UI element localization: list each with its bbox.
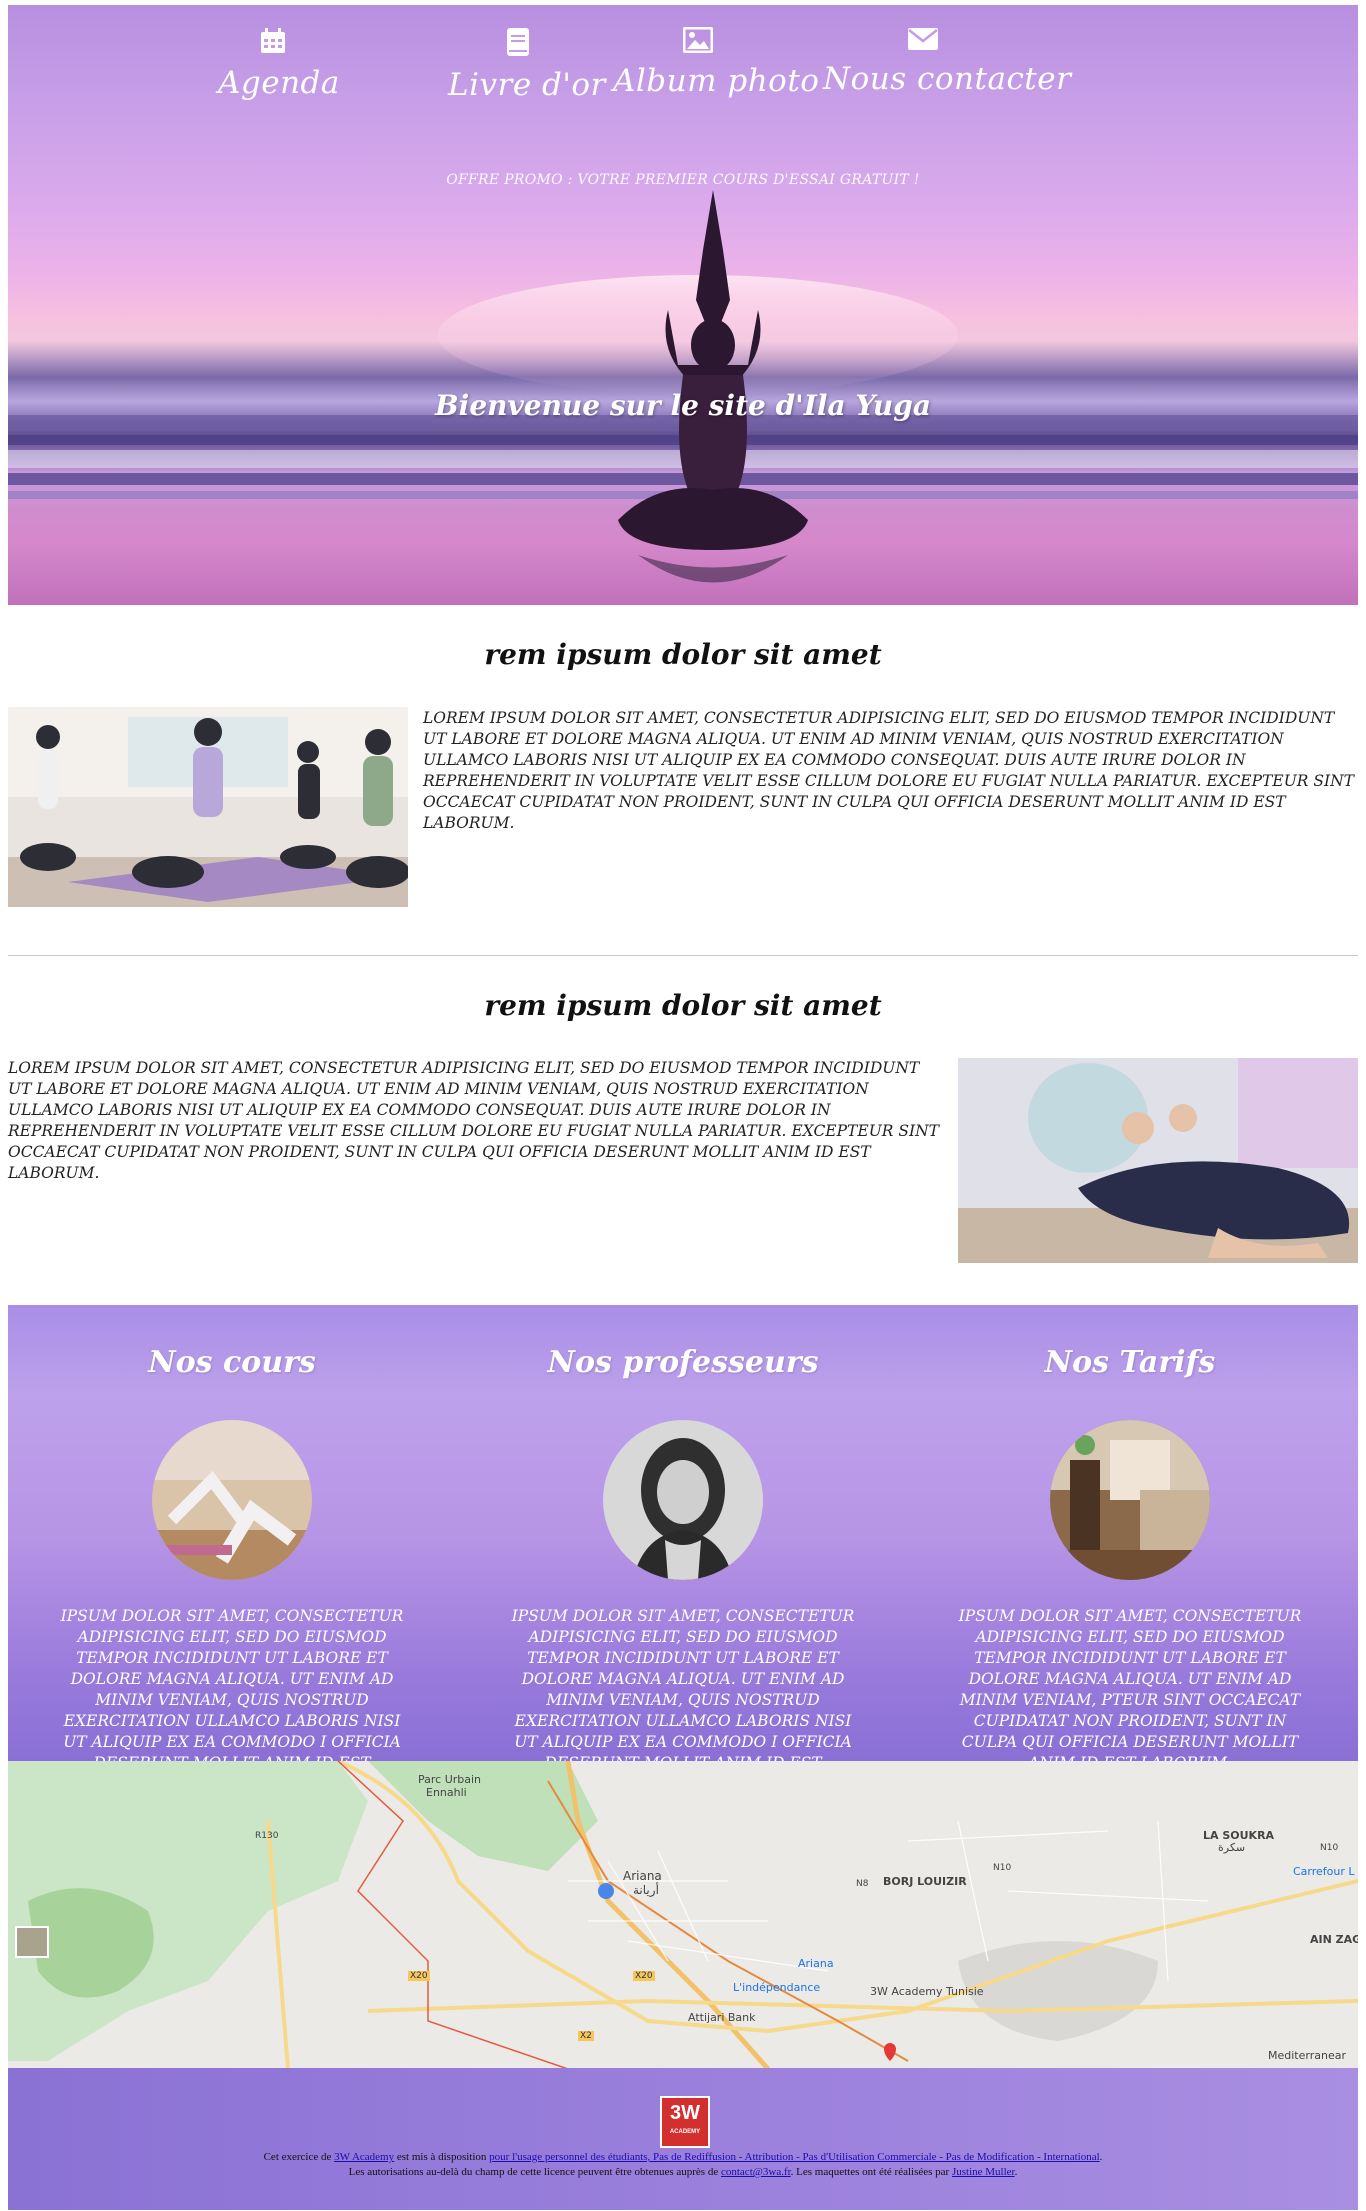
map-drawing <box>8 1761 1358 2069</box>
nav-nous-contacter[interactable]: Nous contacter <box>823 27 1071 97</box>
main-nav: Agenda Livre d'or Album photo Nous conta… <box>8 27 1358 127</box>
feature-cours-image <box>152 1420 312 1580</box>
nav-livre-dor[interactable]: Livre d'or <box>448 27 605 103</box>
nav-livre-dor-label: Livre d'or <box>448 67 606 103</box>
nav-album-photo[interactable]: Album photo <box>613 27 819 99</box>
promo-banner: OFFRE PROMO : VOTRE PREMIER COURS D'ESSA… <box>446 172 920 188</box>
envelope-icon <box>908 28 938 50</box>
map-label-soukra-ar: سكرة <box>1218 1841 1246 1854</box>
map-label-academy: 3W Academy Tunisie <box>870 1985 984 1998</box>
book-icon <box>507 28 529 56</box>
map-label-borj: BORJ LOUIZIR <box>883 1875 967 1888</box>
calendar-icon <box>261 28 285 53</box>
map-label-x20b: X20 <box>633 1971 655 1981</box>
feature-tarifs-image <box>1050 1420 1210 1580</box>
footer-line2-post: . <box>1014 2166 1018 2178</box>
footer-link-academy[interactable]: 3W Academy <box>334 2151 394 2163</box>
studio-room-image <box>1050 1420 1210 1580</box>
section-divider <box>8 955 1358 956</box>
footer: 3W ACADEMY Cet exercice de 3W Academy es… <box>8 2068 1358 2210</box>
meditation-photo <box>958 1058 1358 1263</box>
welcome-heading: Bienvenue sur le site d'Ila Yuga <box>435 389 931 422</box>
nav-album-photo-label: Album photo <box>613 63 820 99</box>
footer-link-license[interactable]: pour l'usage personnel des étudiants, Pa… <box>489 2151 1099 2163</box>
feature-professeurs-image <box>603 1420 763 1580</box>
map-label-ariana-ar: أريانة <box>633 1883 659 1897</box>
footer-link-contact[interactable]: contact@3wa.fr <box>721 2166 791 2178</box>
map-label-x20: X20 <box>408 1971 430 1981</box>
section2-text: Lorem ipsum dolor sit amet, consectetur … <box>8 1059 939 1182</box>
section2-title: rem ipsum dolor sit amet <box>484 989 882 1022</box>
map-label-n10b: N10 <box>1320 1843 1339 1853</box>
map-label-aizag: AIN ZAG <box>1310 1933 1358 1946</box>
footer-line2-pre: Les autorisations au-delà du champ de ce… <box>348 2166 721 2178</box>
map-label-ariana-metro: Ariana <box>798 1957 834 1970</box>
feature-tarifs-title: Nos Tarifs <box>1044 1345 1216 1380</box>
map-label-parc: Parc Urbain <box>418 1773 482 1786</box>
footer-line2-mid: . Les maquettes ont été réalisées par <box>790 2166 952 2178</box>
footer-license: Cet exercice de 3W Academy est mis à dis… <box>8 2150 1358 2180</box>
nav-agenda[interactable]: Agenda <box>218 27 339 101</box>
academy-logo-sub: ACADEMY <box>669 2129 701 2135</box>
image-icon <box>683 27 713 53</box>
nav-agenda-label: Agenda <box>218 65 340 101</box>
academy-logo-text: 3W <box>670 2102 700 2124</box>
location-map[interactable]: Parc Urbain Ennahli LA SOUKRA سكرة Arian… <box>8 1761 1358 2069</box>
map-label-r130: R130 <box>255 1831 279 1841</box>
map-label-parc2: Ennahli <box>426 1786 467 1799</box>
map-label-n8: N8 <box>856 1879 869 1889</box>
map-label-attijari: Attijari Bank <box>688 2011 756 2024</box>
section1-text: Lorem ipsum dolor sit amet, consectetur … <box>423 709 1354 832</box>
meditation-image <box>958 1058 1358 1263</box>
feature-cours: Nos cours ipsum dolor sit amet, consecte… <box>32 1345 432 1795</box>
footer-line1-post: . <box>1099 2151 1103 2163</box>
feature-tarifs: Nos Tarifs ipsum dolor sit amet, consect… <box>930 1345 1330 1774</box>
map-label-x2: X2 <box>578 2031 594 2041</box>
yoga-class-photo <box>8 707 408 907</box>
footer-link-author[interactable]: Justine Muller <box>952 2166 1015 2178</box>
yoga-class-image <box>8 707 408 907</box>
map-label-mediterranean: Mediterranear <box>1268 2049 1346 2062</box>
feature-cours-title: Nos cours <box>148 1345 316 1380</box>
map-label-independance: L'indépendance <box>733 1981 821 1994</box>
feature-professeurs: Nos professeurs ipsum dolor sit amet, co… <box>483 1345 883 1795</box>
feature-professeurs-title: Nos professeurs <box>547 1345 819 1380</box>
page-frame: Agenda Livre d'or Album photo Nous conta… <box>8 5 1358 2210</box>
feature-tarifs-text: ipsum dolor sit amet, consectetur adipis… <box>958 1607 1302 1772</box>
section1-title: rem ipsum dolor sit amet <box>484 638 882 671</box>
academy-logo[interactable]: 3W ACADEMY <box>660 2096 710 2148</box>
teacher-portrait-image <box>603 1420 763 1580</box>
map-label-carrefour: Carrefour L <box>1293 1865 1355 1878</box>
footer-line1-mid: est mis à disposition <box>394 2151 490 2163</box>
nav-nous-contacter-label: Nous contacter <box>823 61 1072 97</box>
map-label-n10: N10 <box>993 1863 1012 1873</box>
features-band: Nos cours ipsum dolor sit amet, consecte… <box>8 1305 1358 1793</box>
footer-line1-pre: Cet exercice de <box>263 2151 335 2163</box>
hero-banner: Agenda Livre d'or Album photo Nous conta… <box>8 5 1358 605</box>
map-label-ariana: Ariana <box>623 1869 662 1883</box>
yoga-class-circle-image <box>152 1420 312 1580</box>
